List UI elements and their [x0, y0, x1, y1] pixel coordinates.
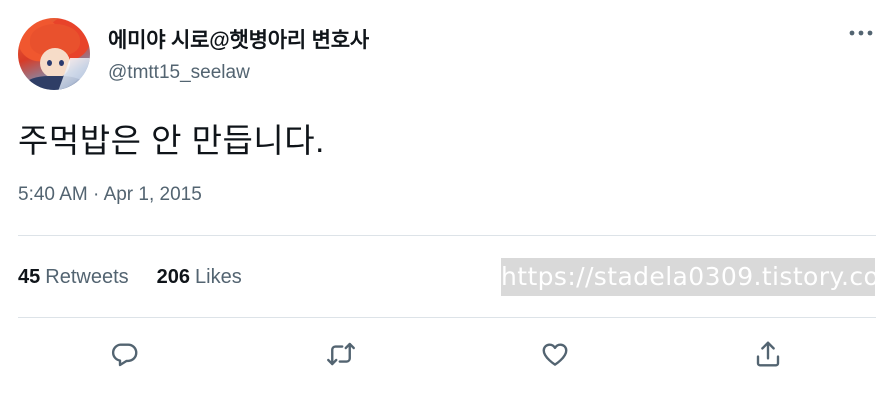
- avatar-eye: [47, 60, 52, 66]
- heart-icon: [542, 343, 568, 366]
- divider: [18, 317, 876, 318]
- tweet-time-link[interactable]: 5:40 AM: [18, 184, 88, 205]
- divider: [18, 235, 876, 236]
- retweets-stat[interactable]: 45 Retweets: [18, 266, 129, 289]
- timestamp-separator: ·: [93, 184, 100, 205]
- likes-stat[interactable]: 206 Likes: [157, 266, 242, 289]
- more-options-button[interactable]: [846, 22, 876, 44]
- retweet-button[interactable]: [323, 336, 359, 372]
- retweets-count: 45: [18, 266, 41, 288]
- retweets-label: Retweets: [45, 266, 129, 288]
- likes-count: 206: [156, 266, 190, 288]
- reply-icon: [111, 343, 138, 367]
- reply-button[interactable]: [107, 336, 143, 372]
- like-button[interactable]: [537, 336, 573, 372]
- author-handle[interactable]: @tmtt15_seelaw: [108, 62, 250, 84]
- share-button[interactable]: [750, 336, 786, 372]
- more-horizontal-icon: [849, 30, 873, 36]
- tweet-date-link[interactable]: Apr 1, 2015: [104, 184, 202, 205]
- tweet-text: 주먹밥은 안 만듭니다.: [18, 122, 325, 159]
- author-display-name[interactable]: 에미야 시로@햇병아리 변호사: [108, 24, 369, 54]
- watermark: https://stadela0309.tistory.com: [501, 258, 875, 296]
- tweet-stats: 45 Retweets 206 Likes: [18, 266, 270, 289]
- retweet-icon: [327, 342, 355, 366]
- avatar[interactable]: [18, 18, 90, 90]
- share-icon: [756, 341, 780, 367]
- likes-label: Likes: [195, 266, 242, 288]
- avatar-eye: [59, 60, 64, 66]
- tweet-timestamp: 5:40 AM · Apr 1, 2015: [18, 184, 202, 206]
